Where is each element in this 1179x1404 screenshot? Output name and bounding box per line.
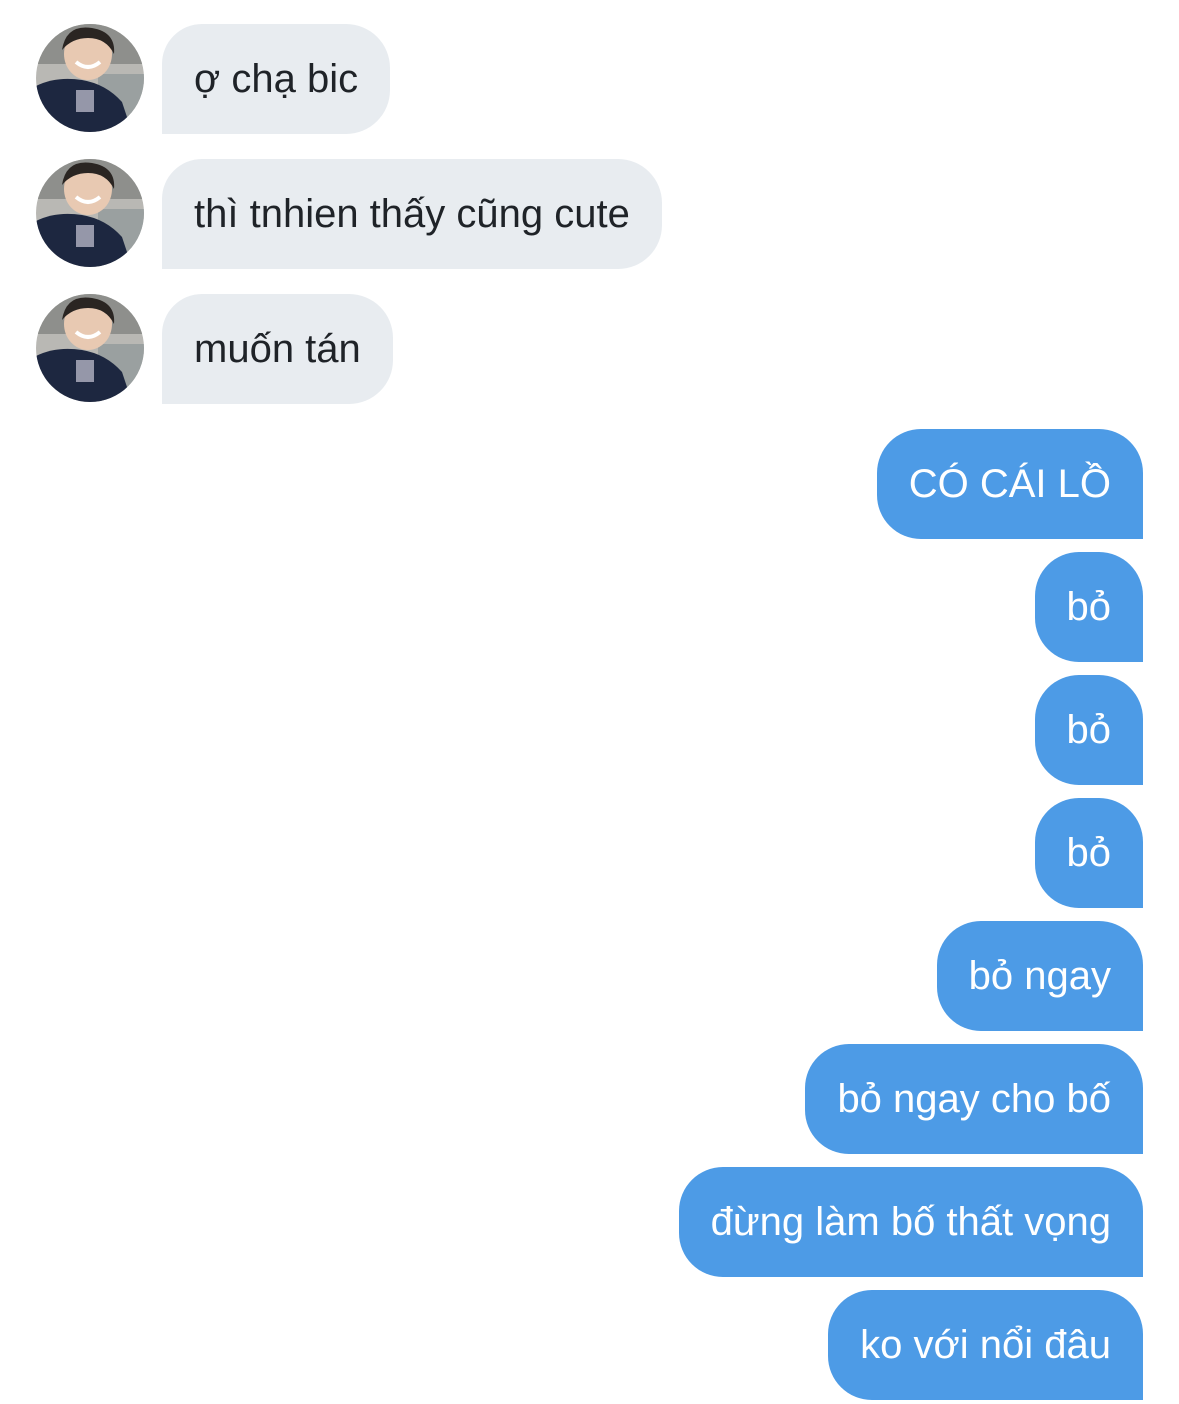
outgoing-message-bubble[interactable]: ko với nổi đâu [828, 1290, 1143, 1400]
incoming-message-bubble[interactable]: thì tnhien thấy cũng cute [162, 159, 662, 269]
outgoing-message-bubble[interactable]: bỏ [1034, 552, 1143, 662]
outgoing-message-bubble[interactable]: bỏ [1034, 798, 1143, 908]
outgoing-message-bubble[interactable]: đừng làm bố thất vọng [678, 1167, 1143, 1277]
avatar-photo-icon [36, 24, 144, 132]
contact-avatar[interactable] [36, 294, 144, 402]
incoming-message-bubble[interactable]: muốn tán [162, 294, 393, 404]
outgoing-message-bubble[interactable]: CÓ CÁI LỒ [876, 429, 1143, 539]
outgoing-message-bubble[interactable]: bỏ [1034, 675, 1143, 785]
avatar-photo-icon [36, 159, 144, 267]
outgoing-message-bubble[interactable]: bỏ ngay cho bố [805, 1044, 1143, 1154]
incoming-message-bubble[interactable]: ợ chạ bic [162, 24, 391, 134]
outgoing-message-bubble[interactable]: bỏ ngay [936, 921, 1143, 1031]
avatar-photo-icon [36, 294, 144, 402]
contact-avatar[interactable] [36, 159, 144, 267]
contact-avatar[interactable] [36, 24, 144, 132]
